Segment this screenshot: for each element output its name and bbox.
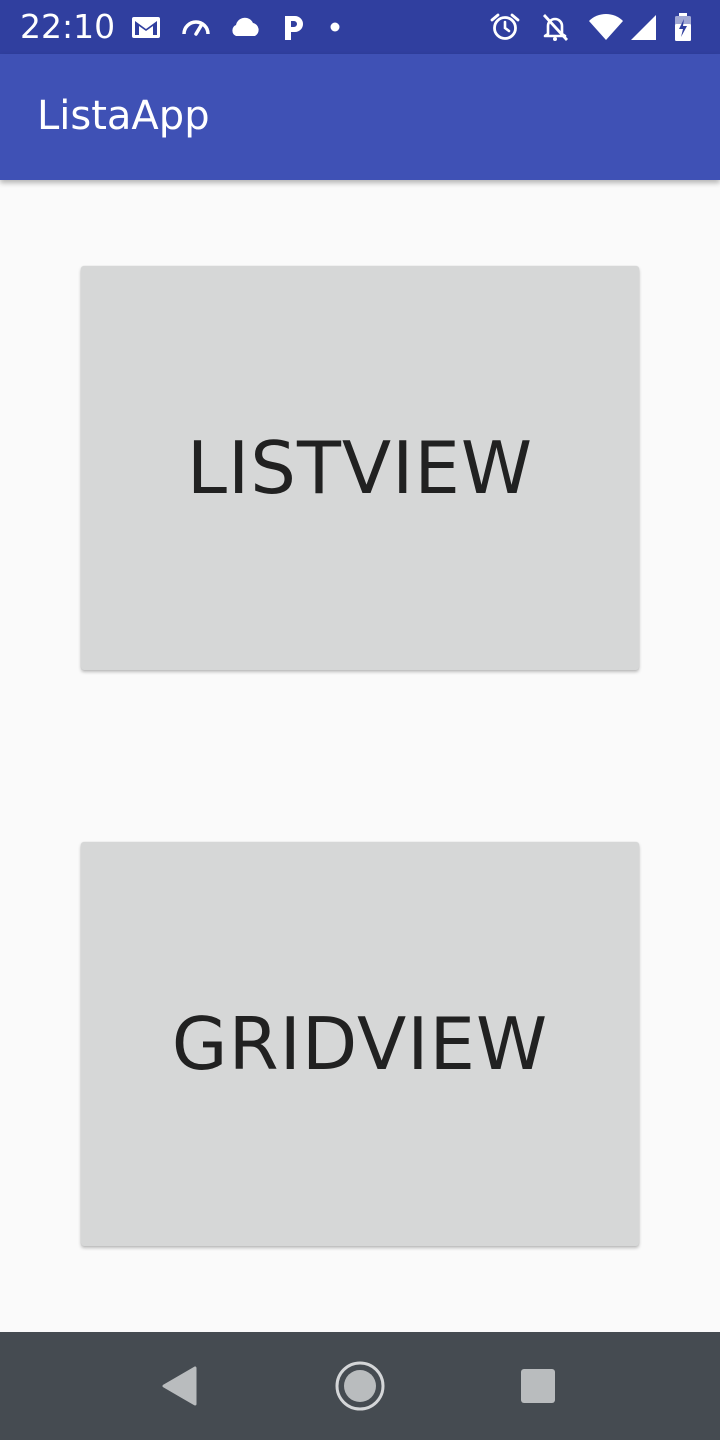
app-title: ListaApp (37, 93, 210, 139)
wifi-icon (588, 12, 624, 42)
cloud-icon (228, 12, 262, 42)
speedometer-icon (180, 12, 212, 42)
home-icon[interactable] (330, 1356, 390, 1416)
p-icon (280, 12, 308, 42)
gridview-button[interactable]: GRIDVIEW (81, 842, 639, 1246)
alarm-icon (489, 12, 521, 42)
dot-icon (326, 12, 344, 42)
notifications-off-icon (539, 12, 571, 42)
app-bar: ListaApp (0, 54, 720, 180)
back-icon[interactable] (150, 1356, 210, 1416)
gmail-icon (130, 12, 162, 42)
status-bar: 22:10 (0, 0, 720, 54)
listview-button[interactable]: LISTVIEW (81, 266, 639, 670)
recents-icon[interactable] (508, 1356, 568, 1416)
battery-charging-icon (672, 12, 694, 42)
status-time: 22:10 (20, 7, 116, 46)
signal-icon (628, 12, 660, 42)
navigation-bar (0, 1332, 720, 1440)
